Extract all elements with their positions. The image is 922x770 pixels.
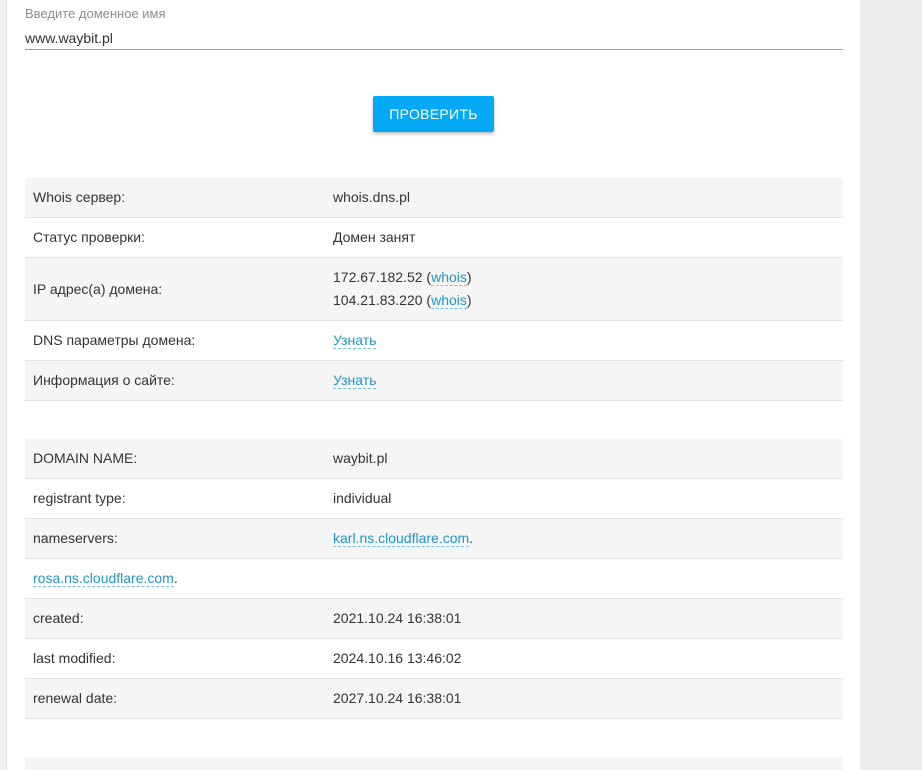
registrant-type-key: registrant type: <box>25 478 325 519</box>
domain-name-key: DOMAIN NAME: <box>25 439 325 479</box>
status-key: Статус проверки: <box>25 217 325 258</box>
table-row: renewal date: 2027.10.24 16:38:01 <box>25 678 843 719</box>
check-button[interactable]: ПРОВЕРИТЬ <box>373 96 494 132</box>
whois-link[interactable]: whois <box>431 292 467 309</box>
nameserver-link[interactable]: rosa.ns.cloudflare.com <box>33 570 174 587</box>
ip-address: 104.21.83.220 <box>333 292 423 308</box>
nameservers-value: karl.ns.cloudflare.com. <box>325 518 843 559</box>
table-row: Whois сервер: whois.dns.pl <box>25 178 843 218</box>
next-table-row <box>25 757 843 770</box>
whois-server-key: Whois сервер: <box>25 178 325 218</box>
table-row: rosa.ns.cloudflare.com. <box>25 558 843 599</box>
last-modified-value: 2024.10.16 13:46:02 <box>325 638 843 679</box>
renewal-date-key: renewal date: <box>25 678 325 719</box>
table-row: IP адрес(а) домена: 172.67.182.52 (whois… <box>25 257 843 321</box>
ip-address: 172.67.182.52 <box>333 269 423 285</box>
last-modified-key: last modified: <box>25 638 325 679</box>
renewal-date-value: 2027.10.24 16:38:01 <box>325 678 843 719</box>
registrant-type-value: individual <box>325 478 843 519</box>
domain-field: Введите доменное имя <box>25 0 843 52</box>
whois-server-value: whois.dns.pl <box>325 178 843 218</box>
nameserver-link[interactable]: karl.ns.cloudflare.com <box>333 530 470 547</box>
table-row: created: 2021.10.24 16:38:01 <box>25 598 843 639</box>
domain-field-label: Введите доменное имя <box>25 6 166 21</box>
created-key: created: <box>25 598 325 639</box>
site-info-learn-link[interactable]: Узнать <box>333 372 377 389</box>
table-row: DOMAIN NAME: waybit.pl <box>25 439 843 479</box>
site-info-value: Узнать <box>325 360 843 401</box>
table-row: Статус проверки: Домен занят <box>25 217 843 258</box>
domain-input[interactable] <box>25 27 843 50</box>
table-row: last modified: 2024.10.16 13:46:02 <box>25 638 843 679</box>
dns-learn-link[interactable]: Узнать <box>333 332 377 349</box>
right-gutter <box>860 0 922 770</box>
table-row: Информация о сайте: Узнать <box>25 360 843 401</box>
nameservers-continued: rosa.ns.cloudflare.com. <box>25 558 843 599</box>
domain-name-value: waybit.pl <box>325 439 843 479</box>
ip-key: IP адрес(а) домена: <box>25 257 325 321</box>
summary-table: Whois сервер: whois.dns.pl Статус провер… <box>25 178 843 401</box>
status-value: Домен занят <box>325 217 843 258</box>
ip-line: 104.21.83.220 (whois) <box>333 292 472 309</box>
ip-value: 172.67.182.52 (whois) 104.21.83.220 (who… <box>325 257 843 321</box>
nameservers-key: nameservers: <box>25 518 325 559</box>
ip-line: 172.67.182.52 (whois) <box>333 269 472 286</box>
whois-table: DOMAIN NAME: waybit.pl registrant type: … <box>25 439 843 719</box>
site-info-key: Информация о сайте: <box>25 360 325 401</box>
table-row: DNS параметры домена: Узнать <box>25 320 843 361</box>
table-row: nameservers: karl.ns.cloudflare.com. <box>25 518 843 559</box>
dns-value: Узнать <box>325 320 843 361</box>
content-card: Введите доменное имя ПРОВЕРИТЬ Whois сер… <box>7 0 860 770</box>
table-row: registrant type: individual <box>25 478 843 519</box>
dns-key: DNS параметры домена: <box>25 320 325 361</box>
created-value: 2021.10.24 16:38:01 <box>325 598 843 639</box>
whois-link[interactable]: whois <box>431 269 467 286</box>
